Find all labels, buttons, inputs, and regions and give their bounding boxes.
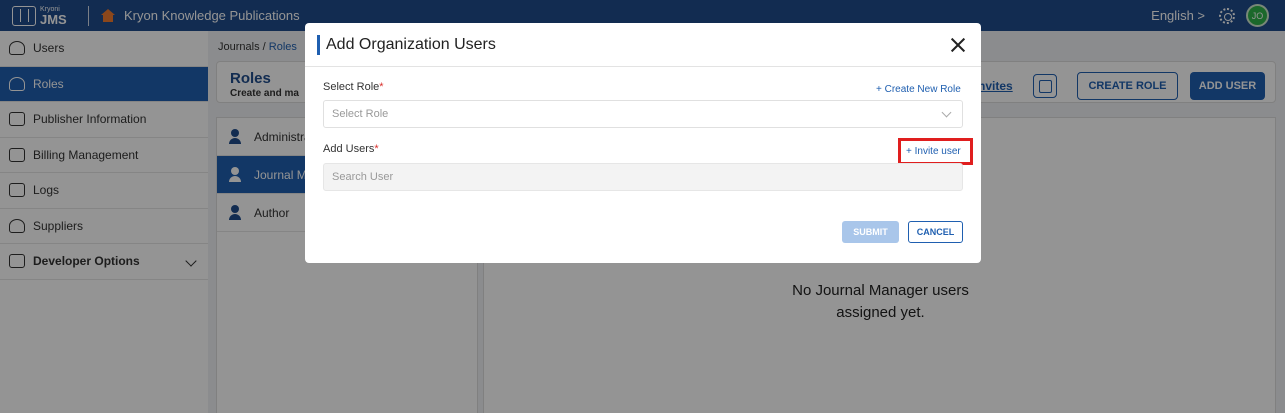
- select-role-placeholder: Select Role: [332, 108, 389, 120]
- search-user-input[interactable]: [323, 163, 963, 191]
- select-role-label: Select Role*: [323, 81, 384, 93]
- required-mark: *: [374, 143, 379, 155]
- add-organization-users-modal: Add Organization Users Select Role* + Cr…: [305, 23, 981, 263]
- invite-user-link[interactable]: + Invite user: [906, 146, 961, 157]
- create-new-role-link[interactable]: + Create New Role: [876, 84, 961, 95]
- select-role-dropdown[interactable]: Select Role: [323, 100, 963, 128]
- add-users-label: Add Users*: [323, 143, 379, 155]
- label-text: Add Users: [323, 143, 375, 155]
- close-icon[interactable]: [949, 36, 967, 54]
- cancel-button[interactable]: CANCEL: [908, 221, 963, 243]
- modal-title: Add Organization Users: [326, 36, 496, 53]
- submit-button[interactable]: SUBMIT: [842, 221, 899, 243]
- required-mark: *: [379, 81, 384, 93]
- label-text: Select Role: [323, 81, 380, 93]
- title-accent-bar: [317, 35, 320, 55]
- chevron-down-icon: [941, 107, 952, 118]
- modal-header: Add Organization Users: [305, 23, 981, 67]
